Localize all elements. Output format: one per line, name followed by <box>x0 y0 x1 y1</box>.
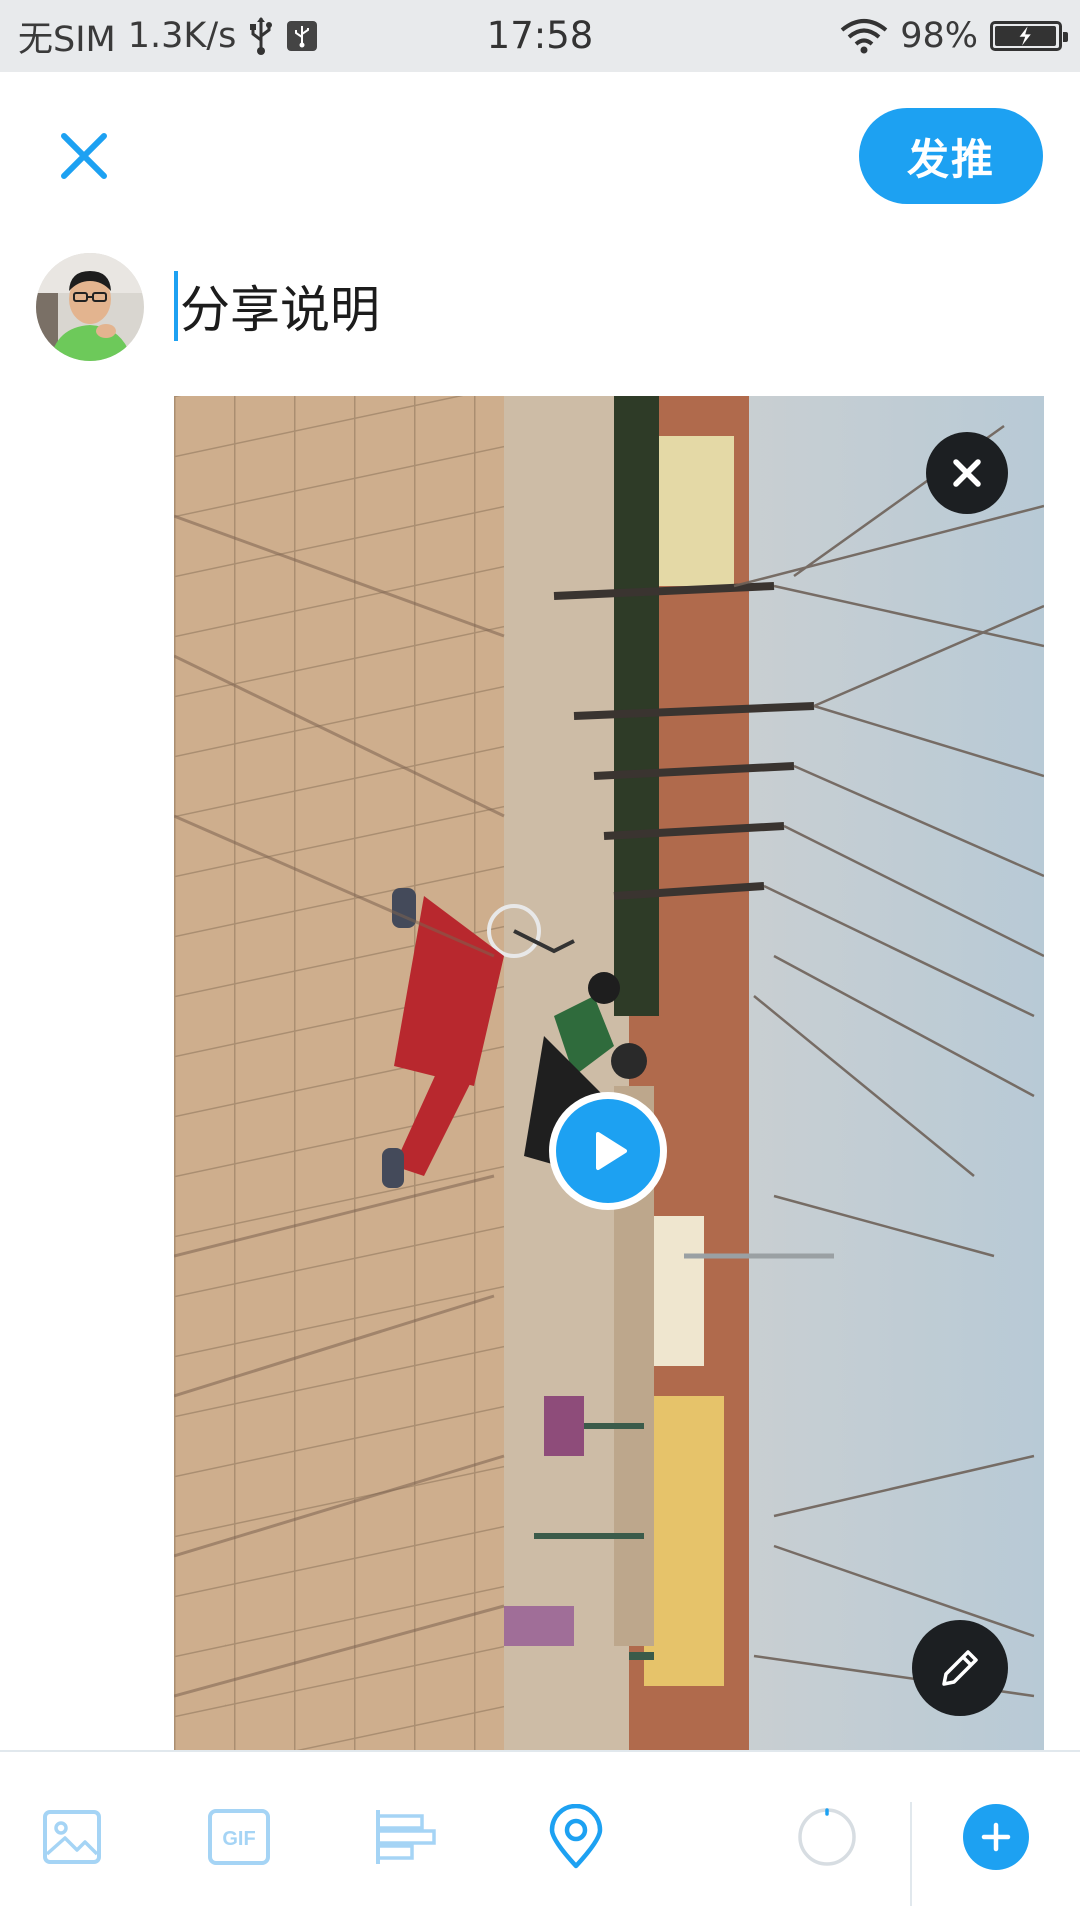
net-speed: 1.3K/s <box>127 16 237 56</box>
toolbar-divider <box>910 1802 912 1906</box>
edit-media-button[interactable] <box>912 1620 1008 1716</box>
close-icon <box>61 133 107 179</box>
add-poll-button[interactable] <box>371 1802 441 1872</box>
text-caret <box>174 271 178 341</box>
pencil-icon <box>942 1650 978 1686</box>
video-thumbnail <box>174 396 1044 1750</box>
battery-charging-icon <box>990 21 1068 51</box>
plus-icon <box>981 1822 1011 1852</box>
usb-debug-icon <box>286 20 318 52</box>
wifi-icon <box>840 18 888 54</box>
avatar[interactable] <box>36 253 144 361</box>
poll-icon <box>376 1810 436 1864</box>
carrier-label: 无SIM <box>18 19 116 60</box>
image-icon <box>43 1810 101 1864</box>
gif-label: GIF <box>222 1828 255 1850</box>
status-bar-right: 98% <box>840 0 1068 72</box>
status-bar-left: 无SIM 1.3K/s <box>18 0 318 72</box>
gif-icon: GIF <box>208 1809 270 1865</box>
usb-icon <box>248 16 274 56</box>
add-gif-button[interactable]: GIF <box>204 1802 274 1872</box>
compose-toolbar: GIF <box>0 1750 1080 1920</box>
compose-placeholder: 分享说明 <box>180 281 380 339</box>
battery-percent: 98% <box>900 16 978 56</box>
remove-media-button[interactable] <box>926 432 1008 514</box>
location-icon <box>549 1804 603 1869</box>
close-icon <box>953 459 981 487</box>
progress-ring-icon <box>798 1808 856 1866</box>
compose-input[interactable]: 分享说明 <box>174 270 380 342</box>
close-button[interactable] <box>56 128 112 184</box>
tweet-button[interactable]: 发推 <box>859 108 1043 204</box>
status-bar: 无SIM 1.3K/s 17:58 98% <box>0 0 1080 72</box>
add-image-button[interactable] <box>37 1802 107 1872</box>
add-location-button[interactable] <box>541 1802 611 1872</box>
play-button[interactable] <box>549 1092 667 1210</box>
video-attachment[interactable] <box>174 396 1044 1750</box>
play-icon <box>556 1099 660 1203</box>
char-counter <box>792 1802 862 1872</box>
add-tweet-button[interactable] <box>963 1804 1029 1870</box>
